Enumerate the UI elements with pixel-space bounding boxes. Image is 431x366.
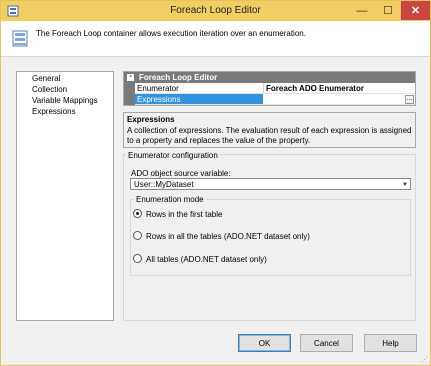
enumeration-mode-legend: Enumeration mode <box>134 195 206 204</box>
resize-grip-icon[interactable]: ⋰ <box>421 356 428 364</box>
dialog-header: The Foreach Loop container allows execut… <box>1 21 430 57</box>
radio-rows-all-tables[interactable] <box>133 231 142 240</box>
grid-category-header[interactable]: - Foreach Loop Editor <box>124 72 415 83</box>
radio-label-all-tables[interactable]: All tables (ADO.NET dataset only) <box>146 255 267 264</box>
source-variable-value: User::MyDataset <box>134 180 194 189</box>
nav-item-collection[interactable]: Collection <box>32 85 67 94</box>
source-variable-label: ADO object source variable: <box>131 169 231 178</box>
ok-button[interactable]: OK <box>238 334 291 352</box>
source-variable-dropdown[interactable]: User::MyDataset ▼ <box>130 178 411 190</box>
foreach-loop-editor-window: Foreach Loop Editor — ☐ ✕ The Foreach Lo… <box>0 0 431 366</box>
radio-label-rows-first-table[interactable]: Rows in the first table <box>146 210 222 219</box>
grid-row-enumerator[interactable]: Enumerator Foreach ADO Enumerator <box>135 83 415 94</box>
collapse-icon[interactable]: - <box>127 73 134 81</box>
page-navigation: General Collection Variable Mappings Exp… <box>16 71 114 321</box>
help-title: Expressions <box>127 115 175 124</box>
property-value[interactable]: Foreach ADO Enumerator <box>266 84 364 93</box>
close-button[interactable]: ✕ <box>401 1 430 20</box>
enumerator-config-legend: Enumerator configuration <box>126 151 220 160</box>
property-grid: - Foreach Loop Editor Enumerator Foreach… <box>123 71 416 106</box>
maximize-button[interactable]: ☐ <box>375 1 401 20</box>
radio-all-tables[interactable] <box>133 254 142 263</box>
minimize-button[interactable]: — <box>349 1 375 20</box>
title-bar[interactable]: Foreach Loop Editor — ☐ ✕ <box>1 1 430 21</box>
help-button[interactable]: Help <box>364 334 417 352</box>
nav-item-general[interactable]: General <box>32 74 60 83</box>
radio-rows-first-table[interactable] <box>133 209 142 218</box>
grid-gutter <box>124 83 135 105</box>
dialog-description: The Foreach Loop container allows execut… <box>36 29 306 38</box>
property-name: Enumerator <box>137 84 179 93</box>
foreach-loop-icon <box>12 30 28 47</box>
grid-separator <box>263 83 264 94</box>
property-help-panel: Expressions A collection of expressions.… <box>123 112 416 148</box>
nav-item-expressions[interactable]: Expressions <box>32 107 76 116</box>
chevron-down-icon[interactable]: ▼ <box>402 182 408 188</box>
help-text: A collection of expressions. The evaluat… <box>127 126 412 145</box>
grid-category-label: Foreach Loop Editor <box>139 73 218 82</box>
nav-item-variable-mappings[interactable]: Variable Mappings <box>32 96 98 105</box>
ellipsis-button[interactable]: ... <box>405 95 414 104</box>
cancel-button[interactable]: Cancel <box>300 334 353 352</box>
grid-row-expressions[interactable]: Expressions ... <box>135 94 415 105</box>
property-name-selected: Expressions <box>135 94 263 104</box>
radio-label-rows-all-tables[interactable]: Rows in all the tables (ADO.NET dataset … <box>146 232 310 241</box>
